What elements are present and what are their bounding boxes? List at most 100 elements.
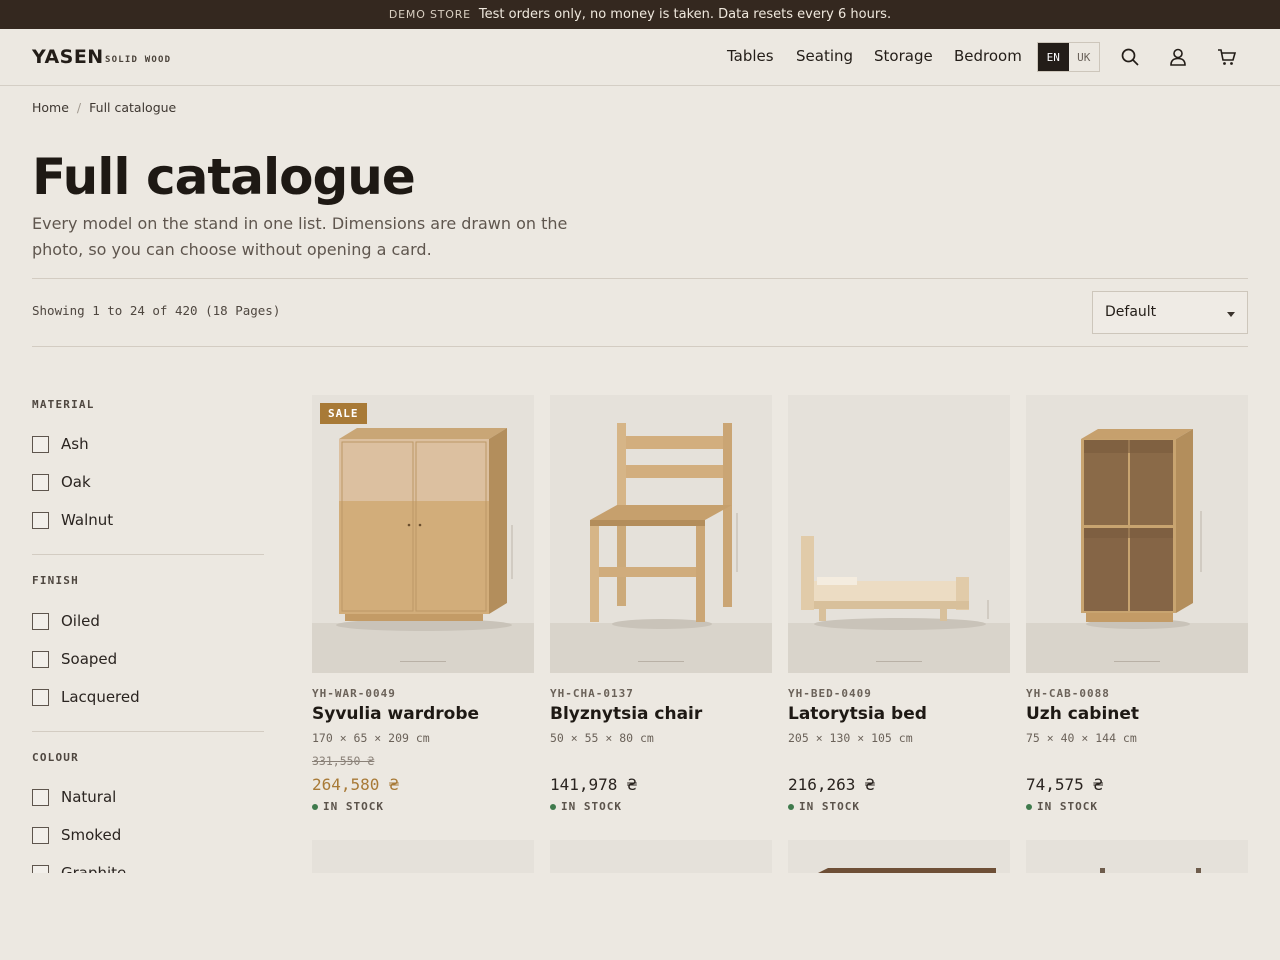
checkbox[interactable] bbox=[32, 688, 49, 706]
product-card-partial[interactable] bbox=[550, 840, 772, 873]
checkbox[interactable] bbox=[32, 435, 49, 453]
filter-label: Graphite bbox=[61, 864, 127, 873]
product-sku: YH-WAR-0049 bbox=[312, 687, 396, 700]
filter-label: Natural bbox=[61, 788, 117, 806]
breadcrumb: Home / Full catalogue bbox=[32, 100, 176, 115]
nav-storage[interactable]: Storage bbox=[874, 47, 933, 65]
product-card-partial[interactable] bbox=[312, 840, 534, 873]
checkbox[interactable] bbox=[32, 612, 49, 630]
product-price: 74,575 ₴ bbox=[1026, 775, 1104, 794]
site-header: YASEN SOLID WOOD Tables Seating Storage … bbox=[0, 29, 1280, 86]
filter-label: Soaped bbox=[61, 650, 118, 668]
product-price: 264,580 ₴ bbox=[312, 775, 399, 794]
checkbox[interactable] bbox=[32, 788, 49, 806]
nav-bedroom[interactable]: Bedroom bbox=[954, 47, 1022, 65]
filter-divider bbox=[32, 554, 264, 555]
product-photo[interactable] bbox=[1026, 395, 1248, 673]
filter-option-walnut[interactable]: Walnut bbox=[32, 511, 113, 529]
breadcrumb-separator: / bbox=[76, 100, 82, 115]
product-card[interactable] bbox=[550, 395, 772, 673]
search-icon[interactable] bbox=[1119, 46, 1141, 68]
stock-dot-icon bbox=[312, 803, 318, 810]
product-price: 141,978 ₴ bbox=[550, 775, 637, 794]
language-switcher: EN UK bbox=[1037, 42, 1100, 72]
stock-status: IN STOCK bbox=[788, 800, 860, 813]
promo-tag: DEMO STORE bbox=[388, 8, 471, 21]
promo-text: Test orders only, no money is taken. Dat… bbox=[478, 7, 892, 22]
filter-option-oak[interactable]: Oak bbox=[32, 473, 91, 491]
product-card-partial[interactable] bbox=[788, 840, 1010, 873]
stock-status: IN STOCK bbox=[312, 800, 384, 813]
stock-label: IN STOCK bbox=[561, 800, 622, 813]
product-dimensions: 50 × 55 × 80 cm bbox=[550, 731, 654, 745]
dimension-line bbox=[638, 661, 684, 662]
filter-divider bbox=[32, 731, 264, 732]
nav-tables[interactable]: Tables bbox=[727, 47, 774, 65]
stock-label: IN STOCK bbox=[1037, 800, 1098, 813]
product-dimensions: 75 × 40 × 144 cm bbox=[1026, 731, 1137, 745]
filter-option-soaped[interactable]: Soaped bbox=[32, 650, 117, 668]
product-name[interactable]: Syvulia wardrobe bbox=[312, 704, 479, 724]
stock-label: IN STOCK bbox=[323, 800, 384, 813]
product-old-price: 331,550 ₴ bbox=[312, 754, 375, 768]
checkbox[interactable] bbox=[32, 473, 49, 491]
bed-image bbox=[801, 536, 989, 630]
product-card[interactable]: SALE bbox=[312, 395, 534, 673]
product-name[interactable]: Latorytsia bed bbox=[788, 704, 927, 724]
checkbox[interactable] bbox=[32, 826, 49, 844]
sort-select[interactable]: Default bbox=[1092, 291, 1248, 334]
filter-label: Ash bbox=[61, 435, 89, 453]
filter-option-smoked[interactable]: Smoked bbox=[32, 826, 121, 844]
product-name[interactable]: Blyznytsia chair bbox=[550, 704, 702, 724]
sale-badge: SALE bbox=[320, 403, 367, 424]
product-sku: YH-CHA-0137 bbox=[550, 687, 634, 700]
filter-label: Smoked bbox=[61, 826, 122, 844]
filter-option-graphite[interactable]: Graphite bbox=[32, 864, 126, 873]
logo[interactable]: YASEN bbox=[32, 46, 104, 68]
filter-label: Oak bbox=[61, 473, 91, 491]
page-intro: Every model on the stand in one list. Di… bbox=[32, 214, 568, 259]
dimension-line bbox=[1114, 661, 1160, 662]
stock-dot-icon bbox=[1026, 803, 1032, 810]
breadcrumb-home[interactable]: Home bbox=[32, 100, 69, 115]
checkbox[interactable] bbox=[32, 864, 49, 873]
filter-option-ash[interactable]: Ash bbox=[32, 435, 89, 453]
product-card[interactable] bbox=[788, 395, 1010, 673]
product-sku: YH-CAB-0088 bbox=[1026, 687, 1110, 700]
product-card[interactable] bbox=[1026, 395, 1248, 673]
lang-uk-button[interactable]: UK bbox=[1069, 43, 1100, 71]
stock-status: IN STOCK bbox=[1026, 800, 1098, 813]
dimension-line bbox=[400, 661, 446, 662]
filter-option-oiled[interactable]: Oiled bbox=[32, 612, 100, 630]
filter-label: Oiled bbox=[61, 612, 100, 630]
cabinet-image bbox=[1081, 429, 1202, 629]
filter-title-material: MATERIAL bbox=[32, 398, 95, 411]
product-photo[interactable] bbox=[788, 395, 1010, 673]
chevron-down-icon bbox=[1227, 312, 1235, 317]
stock-dot-icon bbox=[550, 803, 556, 810]
product-sku: YH-BED-0409 bbox=[788, 687, 872, 700]
filter-option-lacquered[interactable]: Lacquered bbox=[32, 688, 140, 706]
divider bbox=[32, 278, 1248, 279]
nav-seating[interactable]: Seating bbox=[796, 47, 853, 65]
filter-title-colour: COLOUR bbox=[32, 751, 79, 764]
product-photo[interactable] bbox=[550, 395, 772, 673]
product-photo[interactable]: SALE bbox=[312, 395, 534, 673]
filter-label: Walnut bbox=[61, 511, 114, 529]
lang-en-button[interactable]: EN bbox=[1038, 43, 1069, 71]
product-name[interactable]: Uzh cabinet bbox=[1026, 704, 1139, 724]
product-grid: SALE YH-WAR-0049 Syvulia wardrobe 170 × … bbox=[312, 395, 1248, 873]
wardrobe-image bbox=[336, 428, 513, 631]
checkbox[interactable] bbox=[32, 650, 49, 668]
product-price: 216,263 ₴ bbox=[788, 775, 875, 794]
dimension-line bbox=[876, 661, 922, 662]
filter-option-natural[interactable]: Natural bbox=[32, 788, 116, 806]
filter-title-finish: FINISH bbox=[32, 574, 79, 587]
stock-dot-icon bbox=[788, 803, 794, 810]
cart-icon[interactable] bbox=[1216, 46, 1238, 68]
filter-label: Lacquered bbox=[61, 688, 140, 706]
checkbox[interactable] bbox=[32, 511, 49, 529]
product-card-partial[interactable] bbox=[1026, 840, 1248, 873]
account-icon[interactable] bbox=[1167, 46, 1189, 68]
chair-image bbox=[1100, 868, 1201, 873]
